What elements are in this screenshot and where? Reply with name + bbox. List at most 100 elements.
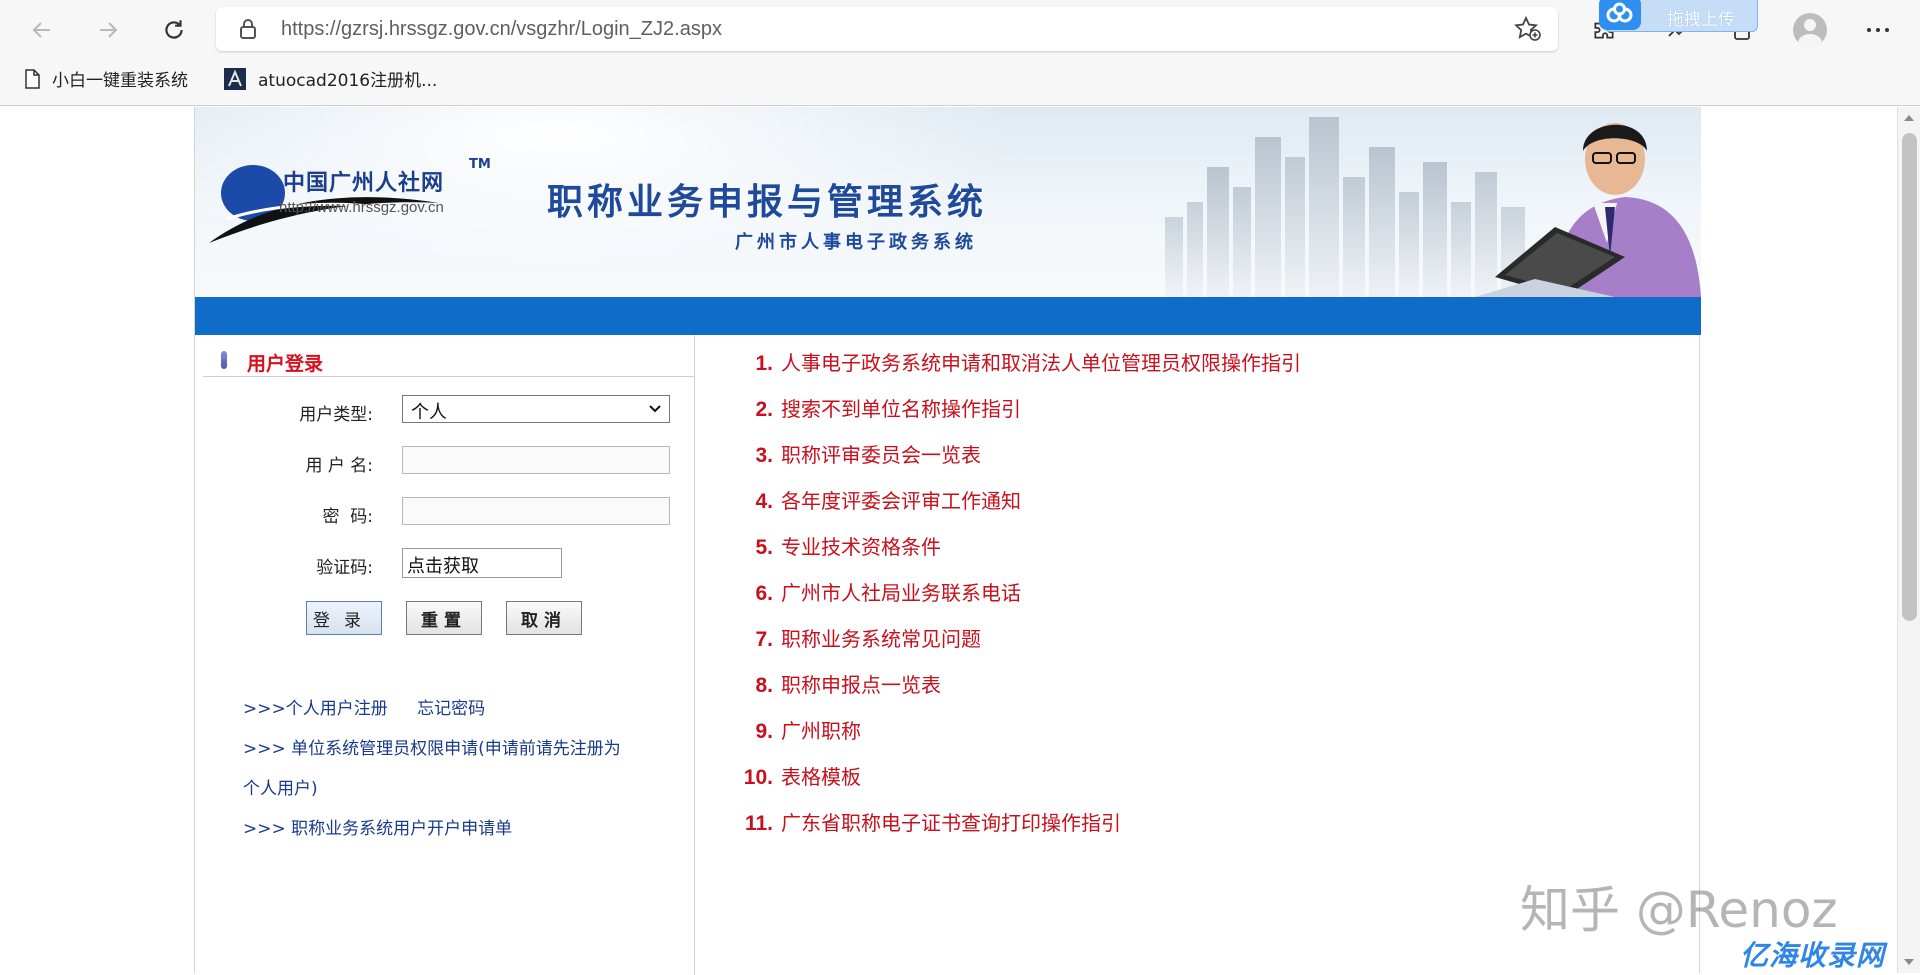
notice-number: 8. xyxy=(755,674,773,697)
open-account-link[interactable]: >>> 职称业务系统用户开户申请单 xyxy=(243,809,663,849)
notice-item[interactable]: 3. 职称评审委员会一览表 xyxy=(735,439,981,479)
heading-marker xyxy=(221,351,227,369)
account-links: >>>个人用户注册 忘记密码 >>> 单位系统管理员权限申请(申请前请先注册为 … xyxy=(243,689,663,849)
notice-number: 6. xyxy=(755,582,773,605)
logo-site-url: http://www.hrssgz.gov.cn xyxy=(279,199,444,216)
notice-link[interactable]: 职称申报点一览表 xyxy=(781,669,941,698)
cloud-upload-icon xyxy=(1599,0,1641,30)
notice-item[interactable]: 1. 人事电子政务系统申请和取消法人单位管理员权限操作指引 xyxy=(735,347,1301,387)
chevron-down-icon xyxy=(649,405,661,413)
header-blue-bar xyxy=(195,297,1701,335)
notice-link[interactable]: 职称业务系统常见问题 xyxy=(781,623,981,652)
link-row: >>>个人用户注册 忘记密码 xyxy=(243,689,663,729)
back-icon xyxy=(32,22,50,38)
bookmark-label[interactable]: atuocad2016注册机... xyxy=(258,66,437,91)
upload-label[interactable]: 拖拽上传 xyxy=(1667,5,1735,30)
scroll-up-icon[interactable] xyxy=(1904,115,1914,121)
cancel-button[interactable]: 取消 xyxy=(506,601,582,635)
corner-site-logo: 亿海收录网 xyxy=(1740,939,1886,972)
forward-icon xyxy=(100,22,118,38)
notice-number: 11. xyxy=(744,812,773,835)
back-button[interactable] xyxy=(22,10,62,50)
admin-apply-link[interactable]: >>> 单位系统管理员权限申请(申请前请先注册为 xyxy=(243,729,663,769)
refresh-icon xyxy=(165,20,183,39)
site-banner: 中国广州人社网 TM http://www.hrssgz.gov.cn 职称业务… xyxy=(195,107,1701,297)
profile-icon[interactable] xyxy=(1793,13,1827,47)
more-icon xyxy=(1867,28,1889,32)
notice-link[interactable]: 职称评审委员会一览表 xyxy=(781,439,981,468)
notice-item[interactable]: 10. 表格模板 xyxy=(735,761,861,801)
notice-number: 4. xyxy=(755,490,773,513)
notice-link[interactable]: 人事电子政务系统申请和取消法人单位管理员权限操作指引 xyxy=(781,347,1301,376)
notice-item[interactable]: 8. 职称申报点一览表 xyxy=(735,669,941,709)
captcha-row: 验证码: 点击获取 xyxy=(195,548,695,580)
site-logo[interactable]: 中国广州人社网 TM http://www.hrssgz.gov.cn xyxy=(209,157,509,259)
notice-link[interactable]: 专业技术资格条件 xyxy=(781,531,941,560)
notice-item[interactable]: 2. 搜索不到单位名称操作指引 xyxy=(735,393,1021,433)
user-type-value[interactable]: 个人 xyxy=(411,402,447,423)
reset-button[interactable]: 重置 xyxy=(406,601,482,635)
notice-link[interactable]: 表格模板 xyxy=(781,761,861,790)
businessman-image xyxy=(1475,123,1701,297)
notice-item[interactable]: 5. 专业技术资格条件 xyxy=(735,531,941,571)
notice-number: 5. xyxy=(755,536,773,559)
notice-item[interactable]: 4. 各年度评委会评审工作通知 xyxy=(735,485,1021,525)
password-label: 密 码: xyxy=(322,507,373,527)
address-url[interactable]: https://gzrsj.hrssgz.gov.cn/vsgzhr/Login… xyxy=(281,18,722,41)
address-bar[interactable]: https://gzrsj.hrssgz.gov.cn/vsgzhr/Login… xyxy=(216,7,1558,51)
notice-item[interactable]: 6. 广州市人社局业务联系电话 xyxy=(735,577,1021,617)
zhihu-watermark: 知乎 @Renoz xyxy=(1520,881,1838,939)
notice-item[interactable]: 11. 广东省职称电子证书查询打印操作指引 xyxy=(735,807,1121,847)
notice-link[interactable]: 各年度评委会评审工作通知 xyxy=(781,485,1021,514)
scroll-down-icon[interactable] xyxy=(1904,959,1914,965)
page-scrollbar[interactable] xyxy=(1897,107,1920,973)
cloud-upload-widget[interactable]: 拖拽上传 xyxy=(1599,0,1758,32)
login-heading: 用户登录 xyxy=(247,353,324,375)
bookmarks-bar: 小白一键重装系统 atuocad2016注册机... xyxy=(0,60,1920,94)
notice-number: 9. xyxy=(755,720,773,743)
username-label: 用 户 名: xyxy=(305,456,373,476)
login-panel-header: 用户登录 xyxy=(203,345,695,377)
logo-name: 中国广州人社网 xyxy=(283,171,445,196)
captcha-input[interactable]: 点击获取 xyxy=(402,548,562,578)
notice-number: 10. xyxy=(743,766,773,789)
password-row: 密 码: xyxy=(195,497,695,529)
bookmark-item[interactable]: 小白一键重装系统 xyxy=(24,66,188,91)
login-button[interactable]: 登录 xyxy=(306,601,382,635)
captcha-label: 验证码: xyxy=(316,558,373,578)
refresh-button[interactable] xyxy=(154,10,194,50)
notice-item[interactable]: 9. 广州职称 xyxy=(735,715,861,755)
more-button[interactable] xyxy=(1860,12,1896,48)
page-content: 中国广州人社网 TM http://www.hrssgz.gov.cn 职称业务… xyxy=(194,107,1701,975)
notice-number: 2. xyxy=(755,398,773,421)
user-type-select[interactable]: 个人 xyxy=(402,395,670,423)
favorite-add-icon[interactable] xyxy=(1513,15,1542,46)
register-link[interactable]: >>>个人用户注册 xyxy=(243,699,388,719)
forgot-password-link[interactable]: 忘记密码 xyxy=(417,699,485,719)
notice-item[interactable]: 7. 职称业务系统常见问题 xyxy=(735,623,981,663)
notice-number: 3. xyxy=(755,444,773,467)
user-type-row: 用户类型: 个人 xyxy=(195,395,695,427)
notice-number: 7. xyxy=(755,628,773,651)
scroll-thumb[interactable] xyxy=(1902,133,1917,621)
notice-link[interactable]: 广州职称 xyxy=(781,715,861,744)
user-type-label: 用户类型: xyxy=(299,405,373,425)
password-input[interactable] xyxy=(402,497,670,525)
bookmark-item[interactable]: atuocad2016注册机... xyxy=(224,66,437,91)
notice-number: 1. xyxy=(755,352,773,375)
login-panel: 用户登录 用户类型: 个人 用 户 名: 密 码: 验证码: 点击获取 登录 重… xyxy=(195,335,695,975)
page-icon xyxy=(25,68,40,89)
lock-icon[interactable] xyxy=(238,17,258,45)
system-title: 职称业务申报与管理系统 xyxy=(547,181,988,223)
browser-toolbar: https://gzrsj.hrssgz.gov.cn/vsgzhr/Login… xyxy=(0,0,1920,106)
autocad-icon xyxy=(224,67,246,90)
system-subtitle: 广州市人事电子政务系统 xyxy=(735,232,977,253)
notice-link[interactable]: 广州市人社局业务联系电话 xyxy=(781,577,1021,606)
bookmark-label[interactable]: 小白一键重装系统 xyxy=(52,66,188,91)
notice-link[interactable]: 搜索不到单位名称操作指引 xyxy=(781,393,1021,422)
forward-button[interactable] xyxy=(88,10,128,50)
notice-link[interactable]: 广东省职称电子证书查询打印操作指引 xyxy=(781,807,1121,836)
username-input[interactable] xyxy=(402,446,670,474)
admin-apply-link-cont[interactable]: 个人用户) xyxy=(243,769,663,809)
login-buttons-row: 登录 重置 取消 xyxy=(195,601,695,637)
